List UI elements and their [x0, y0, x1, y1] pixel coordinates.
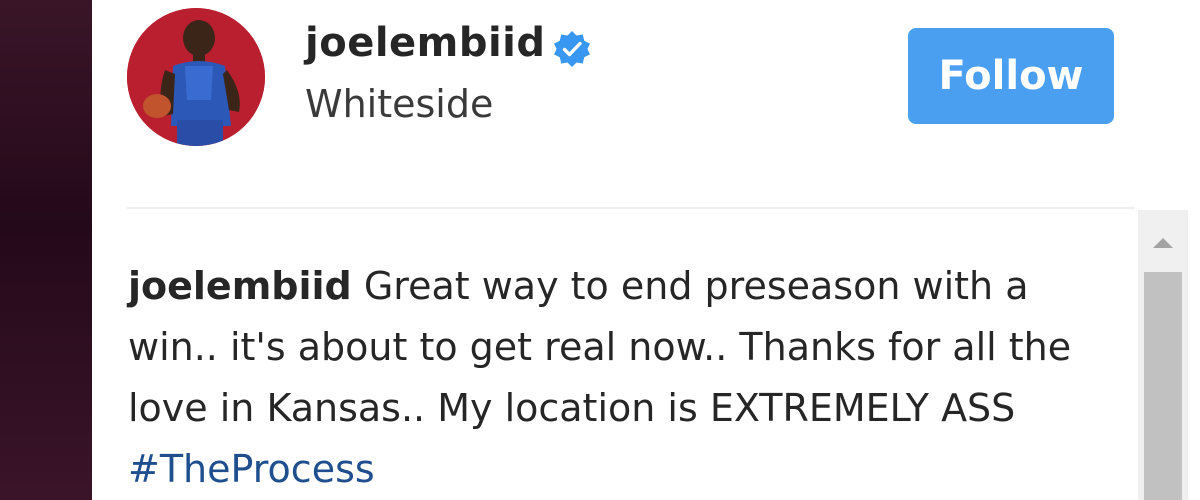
post-panel: joelembiid Whiteside Follow joelembiid G…: [92, 0, 1200, 500]
background-backdrop: [0, 0, 92, 500]
post-location[interactable]: Whiteside: [305, 82, 493, 126]
follow-button[interactable]: Follow: [908, 28, 1114, 124]
profile-avatar[interactable]: [127, 8, 265, 146]
post-username[interactable]: joelembiid: [305, 20, 546, 66]
header-divider: [127, 207, 1135, 209]
post-caption: joelembiid Great way to end preseason wi…: [128, 256, 1128, 500]
vertical-scrollbar[interactable]: [1138, 210, 1188, 500]
avatar-image: [127, 8, 265, 146]
caption-author[interactable]: joelembiid: [128, 264, 352, 308]
verified-badge-icon: [552, 29, 592, 69]
caption-hashtag[interactable]: #TheProcess: [128, 447, 375, 491]
post-header: joelembiid Whiteside Follow: [92, 0, 1200, 175]
scroll-up-arrow-icon[interactable]: [1138, 228, 1188, 258]
scrollbar-thumb[interactable]: [1144, 272, 1182, 500]
